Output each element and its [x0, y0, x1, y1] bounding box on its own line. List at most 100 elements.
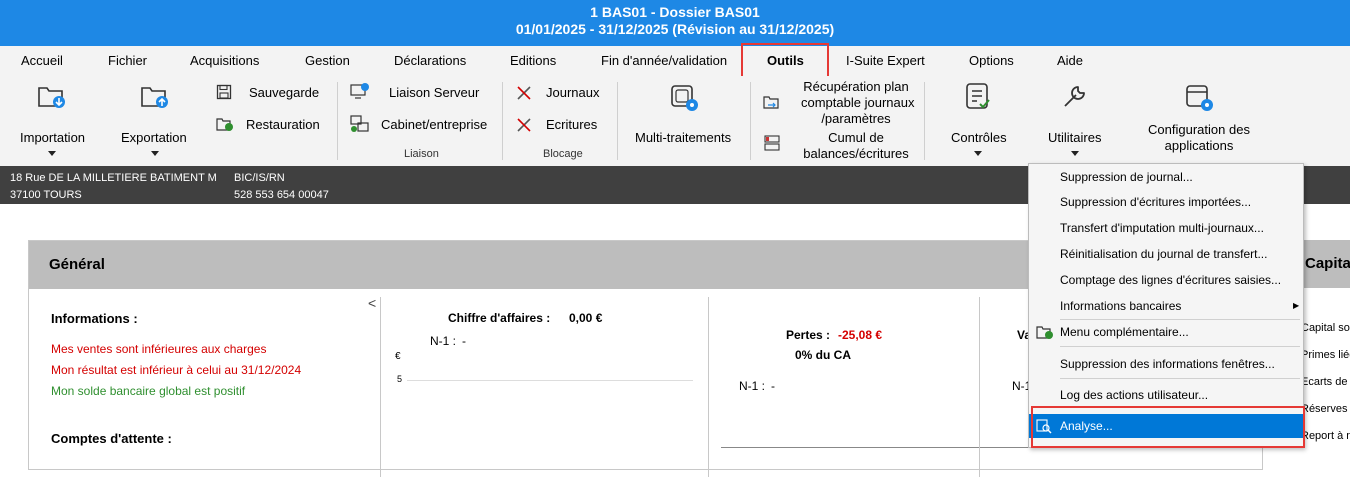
menu-item-comptage-lignes[interactable]: Comptage des lignes d'écritures saisies.… — [1029, 268, 1303, 292]
capital-title: Capita — [1305, 255, 1350, 272]
menu-aide[interactable]: Aide — [1057, 53, 1083, 68]
sauvegarde-label: Sauvegarde — [249, 85, 320, 100]
collapse-chevron-icon[interactable]: < — [368, 295, 376, 311]
ca-value: 0,00 € — [569, 311, 603, 325]
column-separator — [979, 297, 980, 477]
chevron-down-icon — [151, 151, 159, 156]
journaux-label: Journaux — [546, 85, 600, 100]
chevron-down-icon — [1071, 151, 1079, 156]
menu-item-suppression-informations-fenetres[interactable]: Suppression des informations fenêtres... — [1029, 352, 1303, 376]
exportation-label: Exportation — [121, 130, 187, 145]
menu-item-menu-complementaire[interactable]: Menu complémentaire... — [1029, 320, 1303, 344]
ca-n1-label: N-1 : — [430, 334, 457, 348]
menu-complementaire-label: Menu complémentaire... — [1060, 325, 1189, 339]
recuperation-line3: /paramètres — [821, 111, 891, 126]
capital-item: Primes liée — [1301, 349, 1350, 361]
analyse-highlight-box — [1031, 406, 1305, 448]
ribbon: Importation Exportation Sauvegarde Resta… — [0, 76, 1350, 166]
checklist-icon — [966, 83, 990, 109]
window-subtitle: 01/01/2025 - 31/12/2025 (Révision au 31/… — [515, 21, 835, 37]
import-plan-folder-icon — [763, 96, 779, 109]
utilitaires-label: Utilitaires — [1048, 130, 1102, 145]
cumul-line2: balances/écritures — [803, 146, 909, 161]
menu-fichier[interactable]: Fichier — [108, 53, 147, 68]
menu-separator — [1060, 378, 1300, 379]
siret-number: 528 553 654 00047 — [234, 189, 329, 201]
ribbon-separator — [617, 82, 618, 160]
info-message-bank: Mon solde bancaire global est positif — [51, 384, 246, 398]
menu-item-log-actions[interactable]: Log des actions utilisateur... — [1029, 383, 1303, 407]
menu-item-informations-bancaires[interactable]: Informations bancaires ▶ — [1029, 294, 1303, 318]
folder-add-icon — [1036, 326, 1053, 339]
ribbon-separator — [924, 82, 925, 160]
lock-entries-icon — [517, 118, 531, 132]
import-folder-icon — [38, 87, 65, 108]
liaison-group-title: Liaison — [404, 148, 439, 160]
ribbon-separator — [750, 82, 751, 160]
menu-acquisitions[interactable]: Acquisitions — [190, 53, 259, 68]
company-address-line1: 18 Rue DE LA MILLETIERE BATIMENT M — [10, 172, 217, 184]
importation-label: Importation — [20, 130, 86, 145]
chart-y-tick: 5 — [397, 374, 403, 384]
export-folder-icon — [141, 87, 168, 108]
app-config-icon — [1186, 85, 1213, 111]
window-title-bar: 1 BAS01 - Dossier BAS01 01/01/2025 - 31/… — [0, 0, 1350, 46]
window-title: 1 BAS01 - Dossier BAS01 — [590, 4, 760, 20]
ca-label: Chiffre d'affaires : — [448, 311, 551, 325]
general-title: Général — [49, 256, 105, 273]
ribbon-separator — [337, 82, 338, 160]
ca-n1-value: - — [462, 334, 466, 348]
company-address-line2: 37100 TOURS — [10, 189, 82, 201]
menu-separator — [1060, 346, 1300, 347]
menu-accueil[interactable]: Accueil — [21, 53, 63, 68]
chart-baseline — [721, 447, 1041, 448]
column-separator — [380, 297, 381, 477]
info-message-sales: Mes ventes sont inférieures aux charges — [51, 342, 267, 356]
capital-item: Capital so — [1301, 322, 1350, 334]
recuperation-plan-label: Récupération plan comptable journaux /pa… — [801, 79, 915, 127]
recuperation-line1: Récupération plan — [803, 79, 909, 94]
informations-heading: Informations : — [51, 311, 138, 326]
menu-item-transfert-imputation[interactable]: Transfert d'imputation multi-journaux... — [1029, 216, 1303, 240]
blocage-group-title: Blocage — [543, 148, 583, 160]
menu-item-reinitialisation-journal[interactable]: Réinitialisation du journal de transfert… — [1029, 242, 1303, 266]
pertes-n1-value: - — [771, 379, 775, 393]
cumul-balances-label: Cumul de balances/écritures — [801, 130, 911, 162]
capital-item: Réserves — [1301, 403, 1348, 415]
menu-isuite-expert[interactable]: I-Suite Expert — [846, 53, 925, 68]
save-icon — [216, 84, 232, 100]
pertes-value: -25,08 € — [838, 328, 883, 342]
pertes-n1-label: N-1 : — [739, 379, 766, 393]
multi-process-icon — [671, 85, 698, 111]
menu-fin-annee[interactable]: Fin d'année/validation — [601, 53, 727, 68]
chart-y-unit: € — [395, 351, 401, 362]
submenu-arrow-icon: ▶ — [1293, 301, 1300, 310]
informations-bancaires-label: Informations bancaires — [1060, 299, 1182, 313]
menu-item-suppression-journal[interactable]: Suppression de journal... — [1029, 165, 1303, 189]
menu-editions[interactable]: Editions — [510, 53, 556, 68]
capital-item: Ecarts de r — [1301, 376, 1350, 388]
controles-label: Contrôles — [951, 130, 1007, 145]
ribbon-separator — [502, 82, 503, 160]
server-link-icon — [350, 83, 369, 99]
capital-item: Report à n — [1301, 430, 1350, 442]
restauration-label: Restauration — [246, 117, 320, 132]
menu-gestion[interactable]: Gestion — [305, 53, 350, 68]
cumul-line1: Cumul de — [828, 130, 884, 145]
ecritures-label: Ecritures — [546, 117, 598, 132]
multi-traitements-label: Multi-traitements — [635, 130, 732, 145]
comptes-attente-heading: Comptes d'attente : — [51, 431, 172, 446]
menu-options[interactable]: Options — [969, 53, 1014, 68]
menu-declarations[interactable]: Déclarations — [394, 53, 466, 68]
config-line1: Configuration des — [1148, 122, 1250, 137]
chevron-down-icon — [974, 151, 982, 156]
menu-bar: Accueil Fichier Acquisitions Gestion Déc… — [0, 46, 1350, 119]
menu-item-suppression-ecritures[interactable]: Suppression d'écritures importées... — [1029, 190, 1303, 214]
column-separator — [708, 297, 709, 477]
config-line2: applications — [1164, 138, 1234, 153]
chart-gridline — [407, 380, 693, 381]
recuperation-line2: comptable journaux — [801, 95, 915, 110]
lock-journal-icon — [517, 86, 531, 100]
pertes-percentage: 0% du CA — [795, 348, 852, 362]
info-message-result: Mon résultat est inférieur à celui au 31… — [51, 363, 302, 377]
